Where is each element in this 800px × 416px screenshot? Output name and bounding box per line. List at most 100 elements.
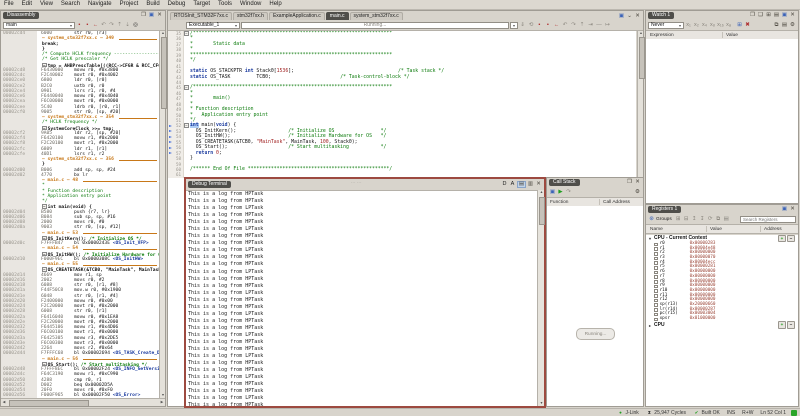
menu-item-target[interactable]: Target [189, 0, 214, 9]
fold-toggle-icon[interactable]: − [184, 85, 189, 90]
dock-window-icon[interactable]: ❐ [626, 179, 633, 186]
fold-toggle-icon[interactable]: − [184, 123, 189, 128]
tab-disassembly[interactable]: Disassembly [3, 12, 39, 19]
dock-window-icon[interactable]: ▣ [781, 12, 788, 19]
dock-window-icon[interactable]: ▥ [527, 181, 534, 188]
menu-item-debug[interactable]: Debug [164, 0, 190, 9]
file-tab-stm32f7xx.h[interactable]: stm32f7xx.h [233, 12, 268, 20]
fold-toggle-icon[interactable]: − [42, 204, 47, 209]
register-checkbox[interactable] [654, 271, 658, 275]
settings-gear-icon[interactable]: ⚙ [634, 189, 641, 196]
run-to-line-icon[interactable]: ⇥ [587, 22, 594, 29]
scroll-left-icon[interactable]: ◀ [1, 400, 7, 405]
halt-icon[interactable]: ▪ [536, 22, 543, 29]
register-group-header[interactable]: ▾CPU - Current Context+− [646, 235, 798, 242]
column-divider[interactable] [599, 199, 600, 205]
add-register-button[interactable]: + [778, 321, 786, 329]
pause-icon[interactable]: — [596, 22, 603, 29]
format-4-icon[interactable]: x₄ [701, 22, 708, 29]
fold-toggle-icon[interactable]: − [184, 31, 189, 36]
add-register-button[interactable]: + [778, 235, 786, 242]
close-icon[interactable]: ✕ [156, 12, 163, 19]
remove-register-button[interactable]: − [787, 235, 795, 242]
close-icon[interactable]: ✕ [789, 206, 796, 213]
column-divider[interactable] [760, 226, 761, 232]
prev-change-icon[interactable]: ↥ [691, 216, 698, 223]
status-dropdown[interactable]: ▾ [510, 22, 518, 29]
scroll-up-icon[interactable]: ▲ [638, 31, 644, 36]
halt-icon[interactable]: ▪ [76, 22, 83, 29]
scroll-right-icon[interactable]: ▶ [159, 400, 165, 405]
split-icon[interactable]: ❑ [757, 12, 764, 19]
stop-icon[interactable]: ▪ [545, 22, 552, 29]
float-window-icon[interactable]: ❐ [749, 12, 756, 19]
text-format-icon[interactable]: A [509, 181, 516, 188]
register-checkbox[interactable] [654, 289, 658, 293]
run-status-field[interactable]: Running... [241, 22, 509, 29]
dock-window-icon[interactable]: ▣ [781, 206, 788, 213]
close-icon[interactable]: ✕ [789, 12, 796, 19]
stop-icon[interactable]: ▪ [84, 22, 91, 29]
step-out-icon[interactable]: ⇡ [579, 22, 586, 29]
refresh-icon[interactable]: ⟳ [707, 216, 714, 223]
fold-toggle-icon[interactable]: − [42, 252, 47, 257]
register-group-header[interactable]: ▸CPU+− [646, 322, 798, 329]
format-8-icon[interactable]: x₈ [709, 22, 716, 29]
register-search-input[interactable] [740, 216, 796, 223]
register-checkbox[interactable] [654, 308, 658, 312]
line-number-gutter[interactable]: 61 [168, 172, 184, 177]
collapse-all-icon[interactable]: ⊟ [683, 216, 690, 223]
new-watch-window-icon[interactable]: ⊞ [765, 12, 772, 19]
register-checkbox[interactable] [654, 275, 658, 279]
expand-all-icon[interactable]: ⊞ [675, 216, 682, 223]
reset-icon[interactable]: ⟲ [528, 22, 535, 29]
close-icon[interactable]: ✕ [535, 181, 542, 188]
fold-toggle-icon[interactable]: − [42, 63, 47, 68]
add-watch-icon[interactable]: ⊞ [736, 22, 743, 29]
menu-item-view[interactable]: View [36, 0, 57, 9]
frame-icon[interactable]: ▣ [549, 189, 556, 196]
target-selector[interactable]: Executable_1▾ [186, 22, 240, 29]
list-icon[interactable]: ▤ [773, 12, 780, 19]
format-1-icon[interactable]: x₁ [685, 22, 692, 29]
resume-icon[interactable]: ▶ [557, 189, 564, 196]
register-checkbox[interactable] [654, 285, 658, 289]
file-tab-exampleapplication.c[interactable]: ExampleApplication.c [269, 12, 325, 20]
scroll-thumb[interactable] [9, 400, 89, 407]
scroll-thumb[interactable] [539, 197, 545, 225]
list-windows-icon[interactable]: ▣ [618, 13, 625, 20]
debug-terminal-titlebar[interactable]: Debug Terminal ⋯⋯ DA▤▥✕ [186, 179, 544, 190]
register-checkbox[interactable] [654, 243, 658, 247]
step-into-icon[interactable]: ↶ [562, 22, 569, 29]
chevron-down-icon[interactable]: ⌄ [626, 13, 633, 20]
float-window-icon[interactable]: ❐ [140, 12, 147, 19]
register-checkbox[interactable] [654, 261, 658, 265]
clear-terminal-icon[interactable]: D [501, 181, 508, 188]
step-back-icon[interactable]: ← [92, 22, 99, 29]
register-checkbox[interactable] [654, 294, 658, 298]
menu-item-search[interactable]: Search [57, 0, 84, 9]
fold-toggle-icon[interactable]: − [42, 267, 47, 272]
step-instruction-icon[interactable]: ⇣ [124, 22, 131, 29]
dock-window-icon[interactable]: ▣ [148, 12, 155, 19]
step-into-icon[interactable]: ↶ [100, 22, 107, 29]
fold-toggle-icon[interactable]: − [42, 362, 47, 367]
register-checkbox[interactable] [654, 257, 658, 261]
download-icon[interactable]: ⇓ [519, 22, 526, 29]
terminal-vscrollbar[interactable]: ▲ ▼ [537, 190, 544, 406]
register-checkbox[interactable] [654, 318, 658, 322]
next-change-icon[interactable]: ↧ [699, 216, 706, 223]
file-tab-rtosinit_stm32f7xx.c[interactable]: RTOSInit_STM32F7xx.c [170, 12, 232, 20]
scroll-lock-icon[interactable]: ▤ [517, 181, 526, 188]
copy-icon[interactable]: ⧉ [715, 216, 722, 223]
step-icon[interactable]: ↷ [565, 189, 572, 196]
tab-watch[interactable]: Watch 1 [648, 12, 674, 19]
tab-debug-terminal[interactable]: Debug Terminal [188, 181, 231, 188]
register-checkbox[interactable] [654, 266, 658, 270]
register-checkbox[interactable] [654, 247, 658, 251]
remove-watch-icon[interactable]: ✖ [744, 22, 751, 29]
disassembly-symbol-input[interactable]: main▾ [3, 22, 75, 29]
settings-gear-icon[interactable]: ⚙ [789, 22, 796, 29]
step-out-icon[interactable]: ⇡ [116, 22, 123, 29]
step-back-icon[interactable]: ← [553, 22, 560, 29]
